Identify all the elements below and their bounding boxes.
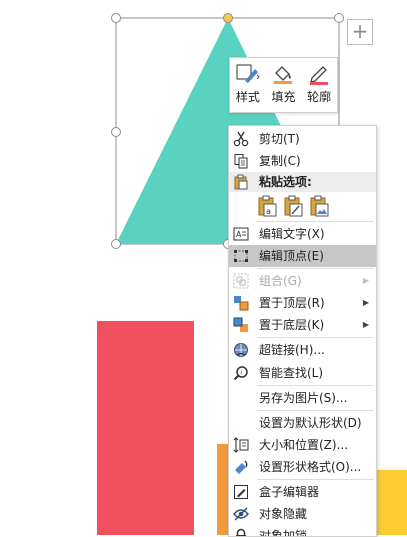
- menu-separator: [257, 268, 374, 269]
- resize-handle-bottom-left[interactable]: [111, 239, 121, 249]
- svg-text:A: A: [236, 230, 242, 239]
- menu-item-save-as-picture-label: 另存为图片(S)...: [259, 391, 348, 405]
- menu-separator: [257, 385, 374, 386]
- menu-item-cut[interactable]: 剪切(T): [229, 128, 376, 150]
- menu-item-lock-object-label: 对象加锁: [259, 529, 308, 537]
- style-brush-icon: [236, 64, 260, 83]
- menu-separator: [257, 410, 374, 411]
- style-button-label: 样式: [235, 90, 260, 104]
- red-rectangle-shape[interactable]: [97, 321, 194, 535]
- style-button[interactable]: 样式: [231, 58, 265, 105]
- edit-points-icon: [234, 250, 248, 262]
- menu-item-format-shape-label: 设置形状格式(O)...: [259, 460, 362, 474]
- lock-icon: [236, 528, 246, 536]
- yellow-rectangle-shape[interactable]: [375, 470, 407, 535]
- clipboard-icon: [234, 174, 248, 190]
- menu-item-edit-points[interactable]: 编辑顶点(E): [229, 245, 376, 267]
- menu-item-group-label: 组合(G): [259, 274, 302, 288]
- paste-options-label: 粘贴选项:: [259, 175, 312, 189]
- outline-pen-icon: [310, 66, 329, 85]
- send-to-back-icon: [233, 317, 248, 332]
- menu-separator: [257, 479, 374, 480]
- hyperlink-icon: [234, 343, 248, 357]
- copy-icon: [234, 154, 248, 169]
- menu-item-copy-label: 复制(C): [259, 154, 301, 168]
- menu-item-format-shape[interactable]: 设置形状格式(O)...: [229, 456, 376, 478]
- box-editor-icon: [234, 485, 248, 499]
- menu-item-send-to-back-label: 置于底层(K): [259, 318, 325, 332]
- resize-handle-top-right[interactable]: [334, 13, 344, 23]
- group-icon: [233, 273, 249, 289]
- bring-to-front-icon: [234, 296, 249, 311]
- menu-item-smart-lookup-label: 智能查找(L): [259, 366, 324, 380]
- menu-item-smart-lookup[interactable]: i 智能查找(L): [229, 362, 376, 384]
- menu-item-size-position-label: 大小和位置(Z)...: [259, 438, 349, 452]
- paste-picture-icon[interactable]: [308, 195, 330, 217]
- menu-item-lock-object[interactable]: 对象加锁: [229, 525, 376, 537]
- menu-item-hide-object-label: 对象隐藏: [259, 507, 308, 521]
- format-shape-icon: [235, 460, 248, 474]
- menu-item-box-editor[interactable]: 盒子编辑器: [229, 481, 376, 503]
- resize-handle-left[interactable]: [111, 127, 121, 137]
- svg-text:a: a: [266, 207, 271, 216]
- paste-keep-formatting-icon[interactable]: a: [256, 195, 278, 217]
- context-menu: 剪切(T) 复制(C) 粘贴选项: a A 编辑文字(X) 编辑顶点(E) 组合…: [228, 125, 377, 537]
- hide-eye-icon: [233, 507, 249, 521]
- fill-button[interactable]: 填充: [266, 58, 300, 105]
- fill-button-label: 填充: [271, 90, 296, 104]
- smart-lookup-icon: i: [233, 366, 248, 381]
- menu-item-edit-text[interactable]: A 编辑文字(X): [229, 223, 376, 245]
- mini-toolbar: 样式 填充 轮廓: [229, 57, 338, 113]
- submenu-arrow-icon: ▶: [362, 276, 369, 285]
- adjust-handle-top[interactable]: [223, 13, 233, 23]
- resize-handle-top-left[interactable]: [111, 13, 121, 23]
- scissors-icon: [233, 131, 249, 147]
- menu-item-set-default-shape[interactable]: 设置为默认形状(D): [229, 412, 376, 434]
- submenu-arrow-icon: ▶: [362, 320, 369, 329]
- menu-item-hide-object[interactable]: 对象隐藏: [229, 503, 376, 525]
- paste-options-header: 粘贴选项:: [229, 172, 376, 192]
- menu-separator: [257, 337, 374, 338]
- edit-text-icon: A: [233, 227, 249, 241]
- menu-item-cut-label: 剪切(T): [259, 132, 300, 146]
- menu-item-hyperlink-label: 超链接(H)...: [259, 343, 325, 357]
- svg-text:i: i: [240, 369, 242, 377]
- submenu-arrow-icon: ▶: [362, 298, 369, 307]
- size-position-icon: [233, 437, 249, 453]
- fill-bucket-icon: [274, 66, 293, 84]
- menu-item-group[interactable]: 组合(G) ▶: [229, 270, 376, 292]
- menu-item-bring-to-front-label: 置于顶层(R): [259, 296, 325, 310]
- menu-item-send-to-back[interactable]: 置于底层(K) ▶: [229, 314, 376, 336]
- menu-item-box-editor-label: 盒子编辑器: [259, 485, 320, 499]
- menu-item-edit-text-label: 编辑文字(X): [259, 227, 325, 241]
- layout-options-plus-button[interactable]: +: [347, 19, 373, 45]
- paste-format-icon[interactable]: [282, 195, 304, 217]
- menu-item-copy[interactable]: 复制(C): [229, 150, 376, 172]
- menu-item-bring-to-front[interactable]: 置于顶层(R) ▶: [229, 292, 376, 314]
- menu-item-hyperlink[interactable]: 超链接(H)...: [229, 339, 376, 361]
- menu-item-edit-points-label: 编辑顶点(E): [259, 249, 324, 263]
- outline-button-label: 轮廓: [307, 90, 332, 104]
- menu-item-save-as-picture[interactable]: 另存为图片(S)...: [229, 387, 376, 409]
- menu-separator: [257, 221, 374, 222]
- menu-item-set-default-shape-label: 设置为默认形状(D): [259, 416, 362, 430]
- outline-button[interactable]: 轮廓: [302, 58, 336, 105]
- menu-item-size-position[interactable]: 大小和位置(Z)...: [229, 434, 376, 456]
